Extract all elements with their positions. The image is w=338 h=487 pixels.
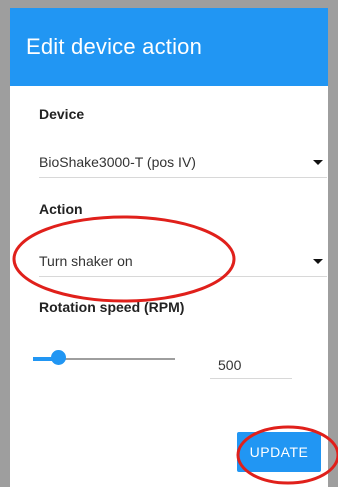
dialog-title: Edit device action [26, 34, 203, 59]
action-select-value: Turn shaker on [39, 253, 133, 269]
update-button[interactable]: UPDATE [237, 432, 321, 472]
window-frame-right [328, 0, 338, 487]
rotation-speed-input[interactable]: 500 [210, 348, 292, 379]
chevron-down-icon [313, 259, 323, 264]
dialog-header: Edit device action [10, 8, 328, 86]
rotation-speed-slider-thumb[interactable] [51, 350, 66, 365]
action-label: Action [39, 201, 83, 217]
window-frame-left [0, 0, 10, 487]
device-select-value: BioShake3000-T (pos IV) [39, 154, 196, 170]
action-select[interactable]: Turn shaker on [39, 246, 327, 277]
rotation-speed-value: 500 [218, 357, 242, 373]
device-label: Device [39, 106, 85, 122]
chevron-down-icon [313, 160, 323, 165]
rotation-speed-label: Rotation speed (RPM) [39, 299, 185, 315]
window-frame-top [0, 0, 338, 8]
device-select[interactable]: BioShake3000-T (pos IV) [39, 147, 327, 178]
edit-device-action-dialog: Edit device action Device BioShake3000-T… [10, 8, 328, 487]
